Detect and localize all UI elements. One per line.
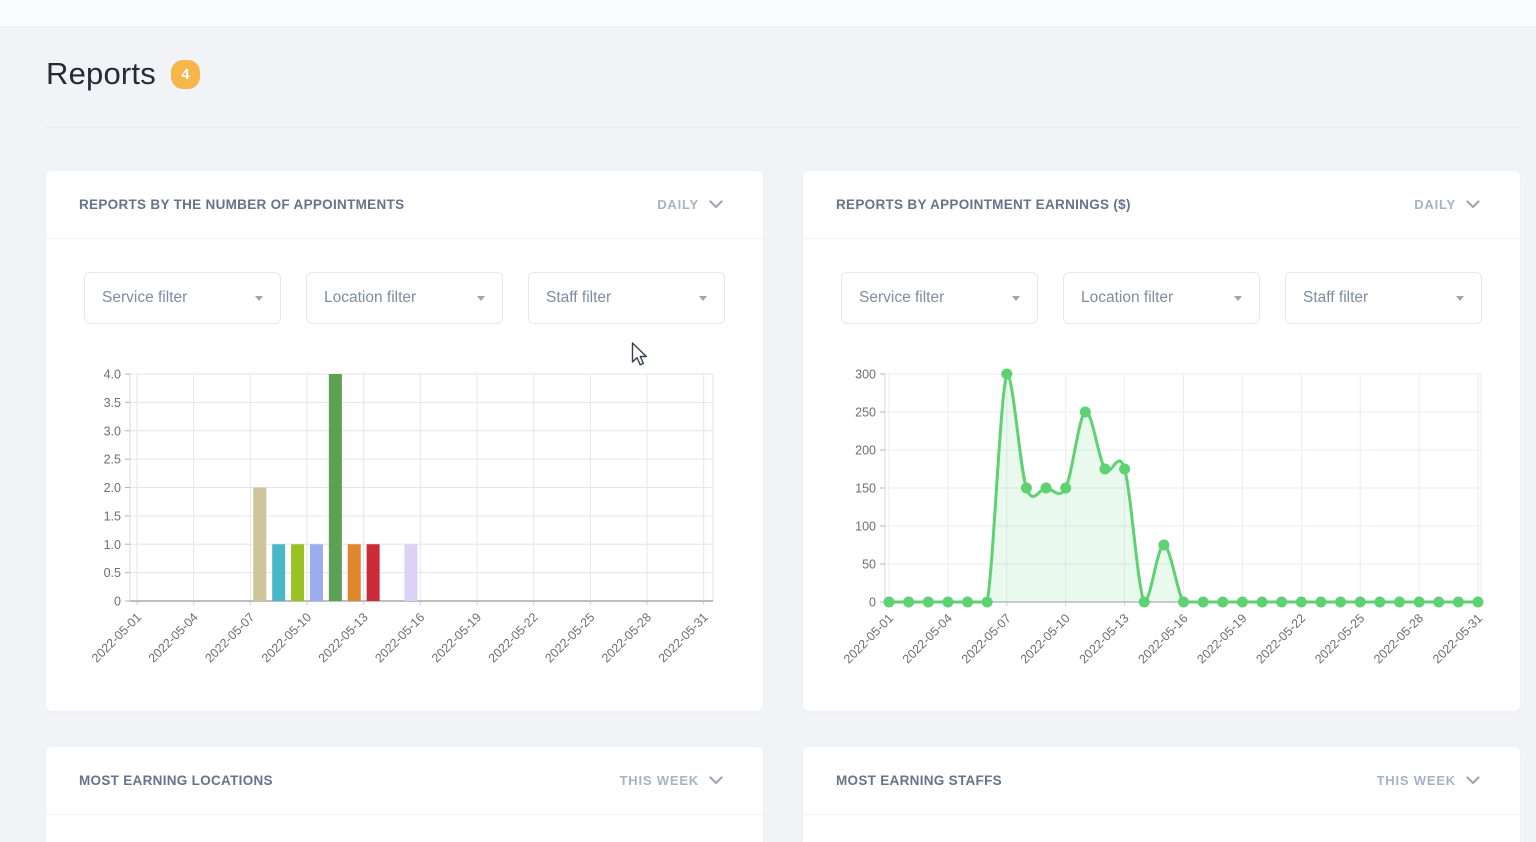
svg-text:2022-05-28: 2022-05-28 <box>599 610 654 665</box>
svg-text:2022-05-25: 2022-05-25 <box>1312 611 1367 666</box>
svg-text:2022-05-13: 2022-05-13 <box>1077 611 1132 666</box>
caret-down-icon <box>1234 296 1242 301</box>
earnings-panel-header: REPORTS BY APPOINTMENT EARNINGS ($) DAIL… <box>803 171 1520 239</box>
staffs-period-select[interactable]: THIS WEEK <box>1377 773 1480 788</box>
svg-text:2.0: 2.0 <box>104 481 121 495</box>
chevron-down-icon <box>1466 776 1480 785</box>
svg-text:3.5: 3.5 <box>104 396 121 410</box>
caret-down-icon <box>477 296 485 301</box>
locations-period-label: THIS WEEK <box>620 773 699 788</box>
svg-text:2022-05-28: 2022-05-28 <box>1371 611 1426 666</box>
svg-text:150: 150 <box>855 482 876 496</box>
caret-down-icon <box>1456 296 1464 301</box>
svg-text:0.5: 0.5 <box>104 566 121 580</box>
staff-filter-select[interactable]: Staff filter <box>528 272 725 324</box>
locations-panel-header: MOST EARNING LOCATIONS THIS WEEK <box>46 747 763 815</box>
staffs-period-label: THIS WEEK <box>1377 773 1456 788</box>
svg-text:2022-05-22: 2022-05-22 <box>1253 611 1308 666</box>
svg-text:0: 0 <box>869 596 876 610</box>
staffs-panel-header: MOST EARNING STAFFS THIS WEEK <box>803 747 1520 815</box>
svg-text:2022-05-31: 2022-05-31 <box>1430 611 1485 666</box>
svg-text:4.0: 4.0 <box>104 368 121 382</box>
svg-text:200: 200 <box>855 444 876 458</box>
staffs-panel-title: MOST EARNING STAFFS <box>836 773 1002 788</box>
appointments-filters: Service filter Location filter Staff fil… <box>84 272 725 324</box>
earnings-period-select[interactable]: DAILY <box>1414 197 1480 212</box>
svg-text:2022-05-01: 2022-05-01 <box>89 610 144 665</box>
location-filter-select[interactable]: Location filter <box>1063 272 1260 324</box>
location-filter-label: Location filter <box>1081 289 1173 307</box>
svg-text:2022-05-01: 2022-05-01 <box>841 611 896 666</box>
reports-count-badge: 4 <box>171 60 200 89</box>
earnings-filters: Service filter Location filter Staff fil… <box>841 272 1482 324</box>
appointments-panel: REPORTS BY THE NUMBER OF APPOINTMENTS DA… <box>46 171 763 711</box>
earnings-line-chart[interactable]: 2022-05-012022-05-042022-05-072022-05-10… <box>821 361 1511 706</box>
appointments-panel-header: REPORTS BY THE NUMBER OF APPOINTMENTS DA… <box>46 171 763 239</box>
svg-text:2022-05-31: 2022-05-31 <box>656 610 711 665</box>
page-title: Reports <box>46 56 156 92</box>
svg-text:2022-05-07: 2022-05-07 <box>202 610 257 665</box>
staff-filter-select[interactable]: Staff filter <box>1285 272 1482 324</box>
title-divider <box>46 127 1520 128</box>
svg-text:2022-05-25: 2022-05-25 <box>542 610 597 665</box>
location-filter-select[interactable]: Location filter <box>306 272 503 324</box>
service-filter-label: Service filter <box>102 289 187 307</box>
svg-text:2022-05-10: 2022-05-10 <box>1018 611 1073 666</box>
locations-panel: MOST EARNING LOCATIONS THIS WEEK <box>46 747 763 842</box>
svg-text:2022-05-04: 2022-05-04 <box>146 610 201 665</box>
svg-text:2022-05-10: 2022-05-10 <box>259 610 314 665</box>
location-filter-label: Location filter <box>324 289 416 307</box>
caret-down-icon <box>1012 296 1020 301</box>
svg-text:2022-05-16: 2022-05-16 <box>372 610 427 665</box>
chevron-down-icon <box>709 776 723 785</box>
mouse-cursor <box>631 342 651 368</box>
svg-text:3.0: 3.0 <box>104 424 121 438</box>
staff-filter-label: Staff filter <box>546 289 611 307</box>
svg-text:2022-05-04: 2022-05-04 <box>900 611 955 666</box>
appointments-bar-chart[interactable]: 2022-05-012022-05-042022-05-072022-05-10… <box>64 361 754 706</box>
caret-down-icon <box>699 296 707 301</box>
staff-filter-label: Staff filter <box>1303 289 1368 307</box>
svg-text:250: 250 <box>855 406 876 420</box>
svg-text:100: 100 <box>855 520 876 534</box>
earnings-period-label: DAILY <box>1414 197 1456 212</box>
locations-panel-title: MOST EARNING LOCATIONS <box>79 773 273 788</box>
service-filter-label: Service filter <box>859 289 944 307</box>
caret-down-icon <box>255 296 263 301</box>
earnings-panel: REPORTS BY APPOINTMENT EARNINGS ($) DAIL… <box>803 171 1520 711</box>
chevron-down-icon <box>1466 200 1480 209</box>
svg-text:2022-05-22: 2022-05-22 <box>486 610 541 665</box>
svg-text:2022-05-07: 2022-05-07 <box>959 611 1014 666</box>
svg-text:300: 300 <box>855 368 876 382</box>
appointments-period-select[interactable]: DAILY <box>657 197 723 212</box>
appointments-panel-title: REPORTS BY THE NUMBER OF APPOINTMENTS <box>79 197 404 212</box>
service-filter-select[interactable]: Service filter <box>841 272 1038 324</box>
svg-text:0: 0 <box>114 595 121 609</box>
svg-text:1.5: 1.5 <box>104 509 121 523</box>
earnings-panel-title: REPORTS BY APPOINTMENT EARNINGS ($) <box>836 197 1131 212</box>
locations-period-select[interactable]: THIS WEEK <box>620 773 723 788</box>
chevron-down-icon <box>709 200 723 209</box>
page-header: Reports 4 <box>46 56 200 92</box>
staffs-panel: MOST EARNING STAFFS THIS WEEK <box>803 747 1520 842</box>
svg-text:2022-05-16: 2022-05-16 <box>1136 611 1191 666</box>
svg-text:2022-05-19: 2022-05-19 <box>429 610 484 665</box>
svg-text:2022-05-19: 2022-05-19 <box>1194 611 1249 666</box>
service-filter-select[interactable]: Service filter <box>84 272 281 324</box>
svg-text:50: 50 <box>862 558 876 572</box>
reports-page: Reports 4 REPORTS BY THE NUMBER OF APPOI… <box>0 0 1536 842</box>
svg-text:2.5: 2.5 <box>104 453 121 467</box>
appointments-period-label: DAILY <box>657 197 699 212</box>
svg-text:1.0: 1.0 <box>104 538 121 552</box>
svg-text:2022-05-13: 2022-05-13 <box>316 610 371 665</box>
top-strip <box>0 0 1536 26</box>
